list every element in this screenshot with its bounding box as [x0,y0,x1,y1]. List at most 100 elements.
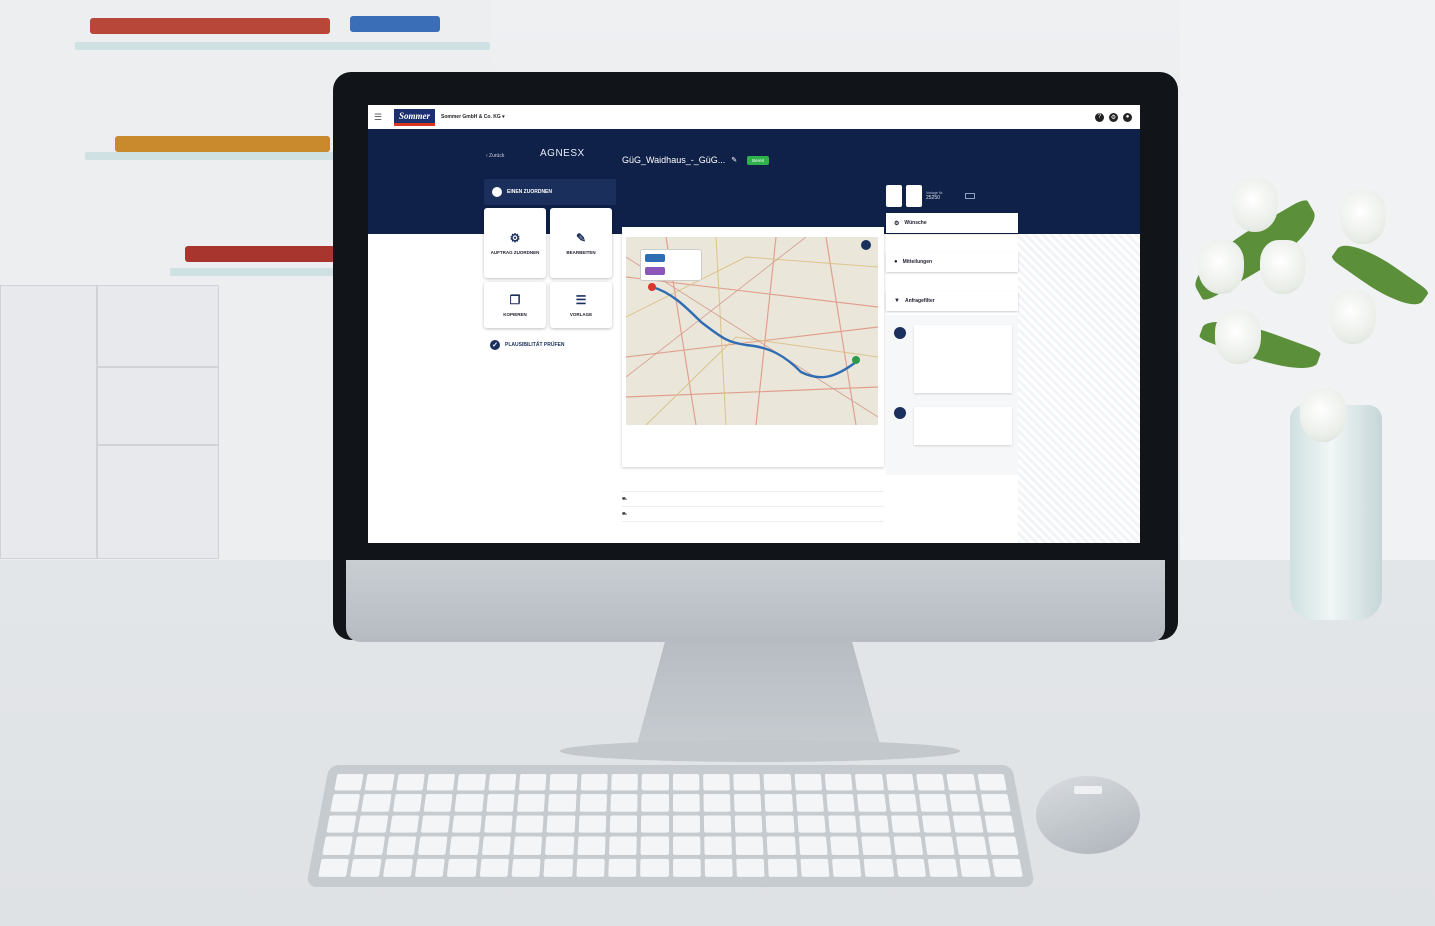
keyboard-key [795,794,825,812]
reference-box: Vorlage Nr. 25250 [886,185,1018,207]
status-badge: Bereit [747,155,769,165]
keyboard-key [577,836,606,855]
keyboard-key [382,858,414,877]
keyboard-key [334,774,364,791]
toy-trucks [115,136,330,152]
keyboard-key [361,794,392,812]
panel-messages[interactable]: ● Mitteilungen [886,252,1018,272]
legend-item [645,267,665,275]
app-topbar: ☰ Sommer Sommer GmbH & Co. KG ▾ ? ⚙ ● [368,105,1140,130]
keyboard-key [609,815,638,833]
keyboard-key [454,794,484,812]
tulip-flower [1340,190,1386,244]
keyboard-key [736,858,766,877]
keyboard-key [417,836,448,855]
keyboard-key [949,794,980,812]
vehicle-header: GüG_Waidhaus_-_GüG... ✎ Bereit [622,151,884,165]
keyboard-key [763,774,792,791]
keyboard-key [828,815,858,833]
cabinet-door [97,367,219,445]
keyboard-key [921,815,952,833]
tile-template[interactable]: ☰ VORLAGE [550,282,612,328]
tile-copy[interactable]: ❐ KOPIEREN [484,282,546,328]
keyboard-key [885,774,915,791]
keyboard-key [516,794,546,812]
back-link[interactable]: ‹ Zurück [486,153,504,159]
start-marker [648,283,656,291]
page-title: AGNESX [540,148,585,159]
table-row: ⛟ [622,507,884,522]
panel-filter[interactable]: ▼ Anfragefilter [886,291,1018,311]
settings-icon[interactable]: ⚙ [1109,112,1118,122]
keyboard-key [765,815,795,833]
keyboard-key [357,815,388,833]
tulip-flower [1215,310,1261,364]
cabinet-door [97,445,219,559]
edit-icon: ✎ [575,231,587,245]
tile-edit[interactable]: ✎ BEARBEITEN [550,208,612,278]
keyboard-key [608,858,637,877]
keyboard-key [578,815,607,833]
panel-caption [886,238,1018,248]
keyboard-key [857,794,887,812]
panel-wishes[interactable]: ⚙ Wünsche [886,213,1018,233]
keyboard-key [449,836,480,855]
reference-action-button[interactable] [965,193,976,199]
keyboard-key [543,858,573,877]
keyboard-key [794,774,823,791]
toy-trucks [185,246,335,262]
logo-icon [886,185,902,207]
keyboard-key [610,794,638,812]
keyboard-key [855,774,884,791]
keyboard-key [420,815,451,833]
keyboard-key [832,858,862,877]
tile-assign-order[interactable]: ⚙ AUFTRAG ZUORDNEN [484,208,546,278]
keyboard-key [426,774,456,791]
plausibility-button[interactable]: ✓ PLAUSIBILITÄT PRÜFEN [484,336,616,354]
menu-icon[interactable]: ☰ [374,112,386,122]
keyboard-key [768,858,798,877]
edit-icon[interactable]: ✎ [731,156,737,164]
keyboard-key [608,836,637,855]
keyboard-key [764,794,793,812]
keyboard-key [734,815,763,833]
keyboard-key [483,815,513,833]
keyboard-key [322,836,354,855]
keyboard-key [326,815,357,833]
keyboard-key [640,836,669,855]
keyboard-key [927,858,959,877]
map-legend [640,249,702,281]
user-icon[interactable]: ● [1123,112,1132,122]
keyboard-key [575,858,605,877]
keyboard-key [893,836,924,855]
keyboard-key [672,774,700,791]
keyboard-key [924,836,955,855]
gear-icon: ⚙ [509,231,521,245]
keyboard-key [798,836,828,855]
document-icon [906,185,922,207]
keyboard [305,765,1036,887]
keyboard-key [395,774,425,791]
truck-icon: ⛟ [622,511,628,516]
cargo-table: ⛟ ⛟ [622,471,884,543]
gear-icon: ⚙ [894,220,900,227]
tile-label: AUFTRAG ZUORDNEN [490,250,540,255]
keyboard-key [610,774,639,791]
reference-value: 25250 [926,195,940,201]
panel-caption [886,277,1018,287]
route-map[interactable] [626,237,878,425]
company-selector[interactable]: Sommer GmbH & Co. KG ▾ [441,114,505,120]
reference-number: Vorlage Nr. 25250 [926,191,943,201]
copy-icon: ❐ [509,293,521,307]
help-icon[interactable]: ? [1095,112,1104,122]
keyboard-key [479,858,509,877]
keyboard-key [888,794,918,812]
keyboard-key [513,836,543,855]
glass-shelf [170,268,340,276]
keyboard-key [859,815,889,833]
keyboard-key [704,858,733,877]
assign-button[interactable]: EINEN ZUORDNEN [484,179,616,205]
feed-card [914,407,1012,445]
panel-label: Wünsche [904,220,927,226]
tile-label: BEARBEITEN [566,250,596,255]
